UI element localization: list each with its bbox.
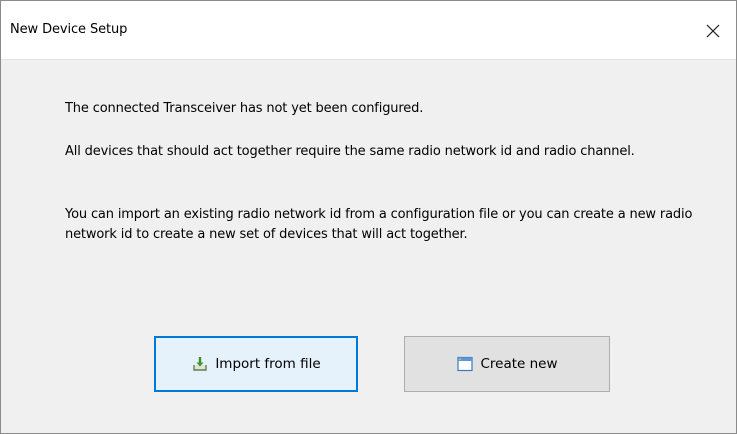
import-or-create-message: You can import an existing radio network… [65,207,693,242]
window-title: New Device Setup [10,22,128,37]
create-new-button[interactable]: Create new [404,336,610,392]
import-file-icon [191,355,209,373]
import-from-file-button[interactable]: Import from file [154,336,358,392]
close-button[interactable] [690,11,736,51]
title-bar: New Device Setup [1,1,736,60]
new-window-icon [456,355,474,373]
close-icon [706,24,720,38]
same-network-message: All devices that should act together req… [65,144,635,159]
import-from-file-label: Import from file [215,356,321,372]
not-configured-message: The connected Transceiver has not yet be… [65,101,424,116]
create-new-label: Create new [480,356,558,372]
dialog-content: The connected Transceiver has not yet be… [1,60,736,433]
new-device-setup-dialog: New Device Setup The connected Transceiv… [0,0,737,434]
